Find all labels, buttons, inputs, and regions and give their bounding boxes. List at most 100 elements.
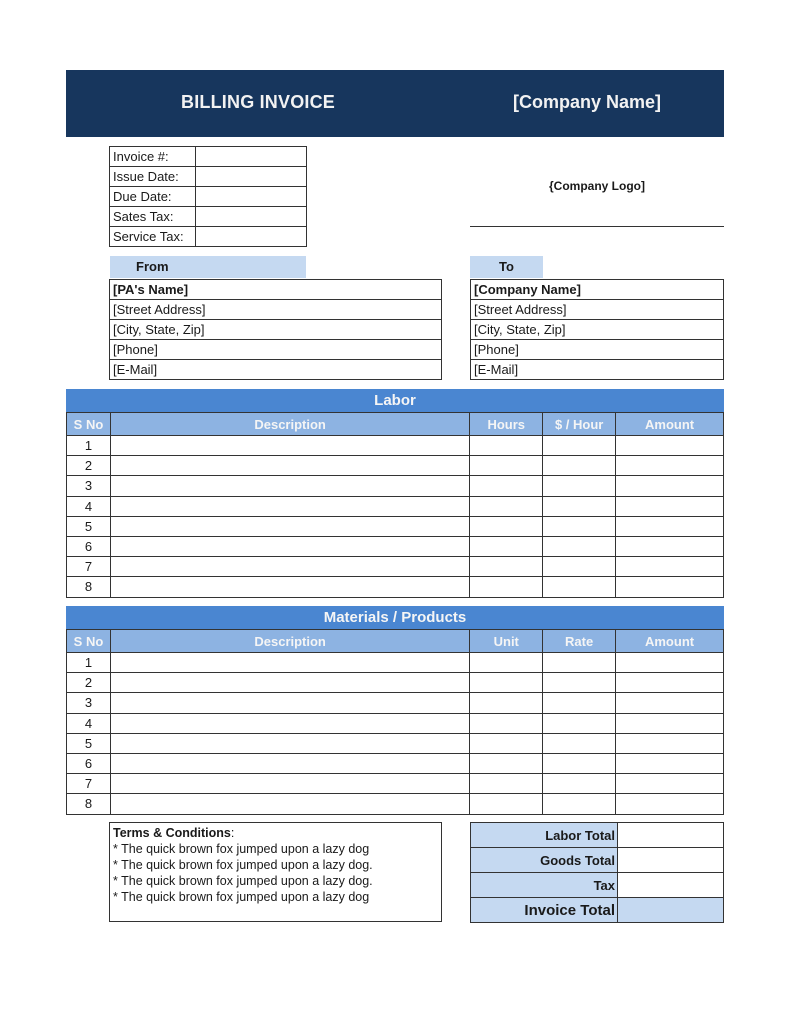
materials-col3-cell[interactable] [469,692,544,714]
labor-amount-cell[interactable] [615,535,724,558]
labor-col3-cell[interactable] [469,455,544,477]
materials-description-cell[interactable] [109,651,471,674]
materials-col4-cell[interactable] [542,692,617,714]
materials-description-cell[interactable] [109,692,471,714]
materials-amount-cell[interactable] [615,651,724,674]
materials-amount-cell[interactable] [615,692,724,714]
labor-amount-cell[interactable] [615,475,724,497]
materials-description-cell[interactable] [109,793,471,815]
labor-description-cell[interactable] [109,515,471,537]
column-header-rate: Rate [542,629,617,653]
from-name-field[interactable]: [PA's Name] [109,279,442,300]
invoice-total-value[interactable] [617,897,724,923]
materials-col4-cell[interactable] [542,672,617,694]
labor-header-row: S No Description Hours $ / Hour Amount [66,412,724,436]
materials-col4-cell[interactable] [542,752,617,775]
labor-description-cell[interactable] [109,475,471,497]
materials-col4-cell[interactable] [542,712,617,734]
terms-and-conditions[interactable]: Terms & Conditions: * The quick brown fo… [109,822,442,922]
materials-col3-cell[interactable] [469,793,544,815]
meta-row-service-tax: Service Tax: [109,226,307,247]
due-date-field[interactable] [195,186,307,207]
service-tax-field[interactable] [195,226,307,247]
labor-amount-cell[interactable] [615,556,724,578]
invoice-number-field[interactable] [195,146,307,167]
materials-amount-cell[interactable] [615,773,724,795]
terms-heading-line: Terms & Conditions: [113,825,438,841]
materials-row: 5 [66,732,724,754]
labor-amount-cell[interactable] [615,576,724,598]
to-phone-field[interactable]: [Phone] [470,339,724,360]
from-email-field[interactable]: [E-Mail] [109,359,442,380]
terms-title: Terms & Conditions [113,826,231,840]
labor-amount-cell[interactable] [615,455,724,477]
company-logo-placeholder[interactable]: {Company Logo] [470,179,724,193]
materials-col4-cell[interactable] [542,793,617,815]
labor-col4-cell[interactable] [542,475,617,497]
banner-company-name[interactable]: [Company Name] [513,92,661,113]
materials-description-cell[interactable] [109,752,471,775]
labor-amount-cell[interactable] [615,495,724,517]
labor-col3-cell[interactable] [469,576,544,598]
labor-description-cell[interactable] [109,495,471,517]
materials-sno-cell: 2 [66,672,111,694]
labor-amount-cell[interactable] [615,515,724,537]
labor-col4-cell[interactable] [542,556,617,578]
labor-col4-cell[interactable] [542,535,617,558]
terms-colon: : [230,826,235,840]
materials-col4-cell[interactable] [542,732,617,754]
labor-amount-cell[interactable] [615,434,724,457]
from-city-field[interactable]: [City, State, Zip] [109,319,442,340]
labor-col3-cell[interactable] [469,475,544,497]
labor-col3-cell[interactable] [469,556,544,578]
labor-description-cell[interactable] [109,434,471,457]
labor-col4-cell[interactable] [542,515,617,537]
materials-col4-cell[interactable] [542,773,617,795]
labor-col3-cell[interactable] [469,515,544,537]
to-street-field[interactable]: [Street Address] [470,299,724,320]
materials-col3-cell[interactable] [469,752,544,775]
materials-amount-cell[interactable] [615,672,724,694]
sales-tax-field[interactable] [195,206,307,227]
labor-sno-cell: 4 [66,495,111,517]
totals-row-invoice: Invoice Total [470,897,724,923]
materials-amount-cell[interactable] [615,732,724,754]
materials-table: S No Description Unit Rate Amount 123456… [66,629,724,815]
to-city-field[interactable]: [City, State, Zip] [470,319,724,340]
to-email-field[interactable]: [E-Mail] [470,359,724,380]
from-street-field[interactable]: [Street Address] [109,299,442,320]
labor-col4-cell[interactable] [542,455,617,477]
labor-section-title: Labor [66,389,724,412]
materials-amount-cell[interactable] [615,793,724,815]
materials-col3-cell[interactable] [469,651,544,674]
labor-col3-cell[interactable] [469,535,544,558]
labor-col4-cell[interactable] [542,434,617,457]
labor-col3-cell[interactable] [469,434,544,457]
from-heading: From [110,256,306,278]
materials-col3-cell[interactable] [469,712,544,734]
labor-description-cell[interactable] [109,455,471,477]
to-company-field[interactable]: [Company Name] [470,279,724,300]
materials-description-cell[interactable] [109,773,471,795]
issue-date-field[interactable] [195,166,307,187]
from-address-table: [PA's Name] [Street Address] [City, Stat… [109,279,442,380]
materials-description-cell[interactable] [109,672,471,694]
labor-col4-cell[interactable] [542,495,617,517]
materials-amount-cell[interactable] [615,752,724,775]
materials-description-cell[interactable] [109,712,471,734]
labor-total-value[interactable] [617,822,724,848]
labor-description-cell[interactable] [109,576,471,598]
materials-amount-cell[interactable] [615,712,724,734]
labor-col3-cell[interactable] [469,495,544,517]
goods-total-value[interactable] [617,847,724,873]
labor-description-cell[interactable] [109,535,471,558]
materials-col4-cell[interactable] [542,651,617,674]
labor-col4-cell[interactable] [542,576,617,598]
from-phone-field[interactable]: [Phone] [109,339,442,360]
materials-col3-cell[interactable] [469,773,544,795]
materials-col3-cell[interactable] [469,732,544,754]
tax-value[interactable] [617,872,724,898]
materials-description-cell[interactable] [109,732,471,754]
labor-description-cell[interactable] [109,556,471,578]
materials-col3-cell[interactable] [469,672,544,694]
